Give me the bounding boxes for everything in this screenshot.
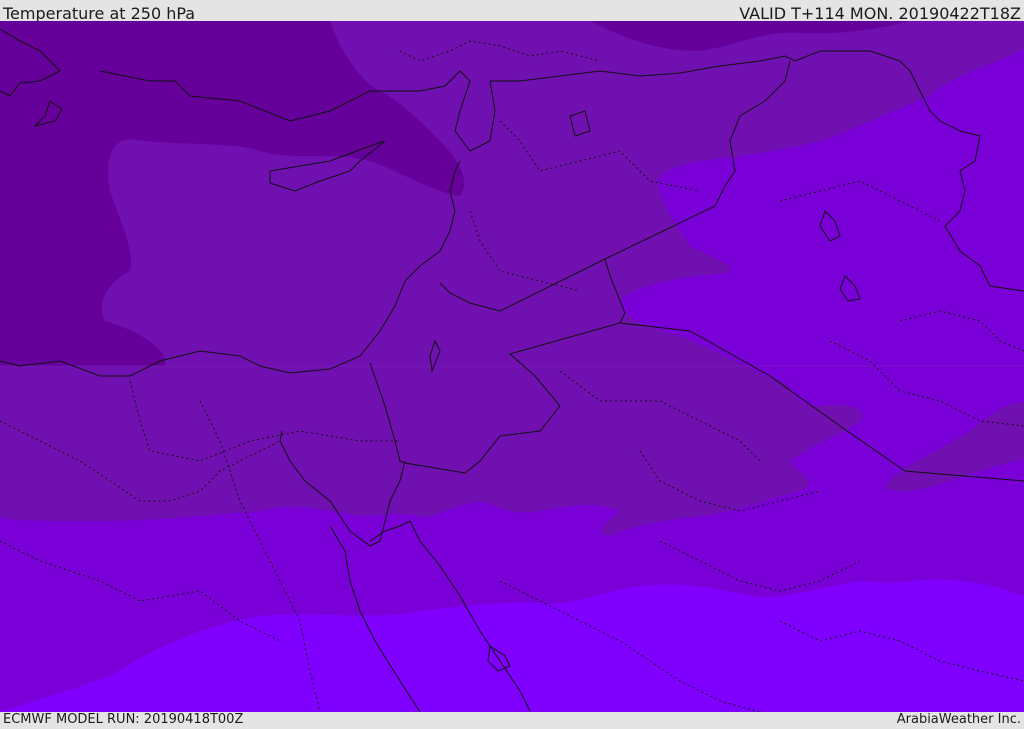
model-run-label: ECMWF MODEL RUN: 20190418T00Z	[3, 712, 244, 727]
temperature-map	[0, 21, 1024, 712]
credit-label: ArabiaWeather Inc.	[896, 712, 1021, 727]
map-frame: Temperature at 250 hPa VALID T+114 MON. …	[0, 0, 1024, 729]
